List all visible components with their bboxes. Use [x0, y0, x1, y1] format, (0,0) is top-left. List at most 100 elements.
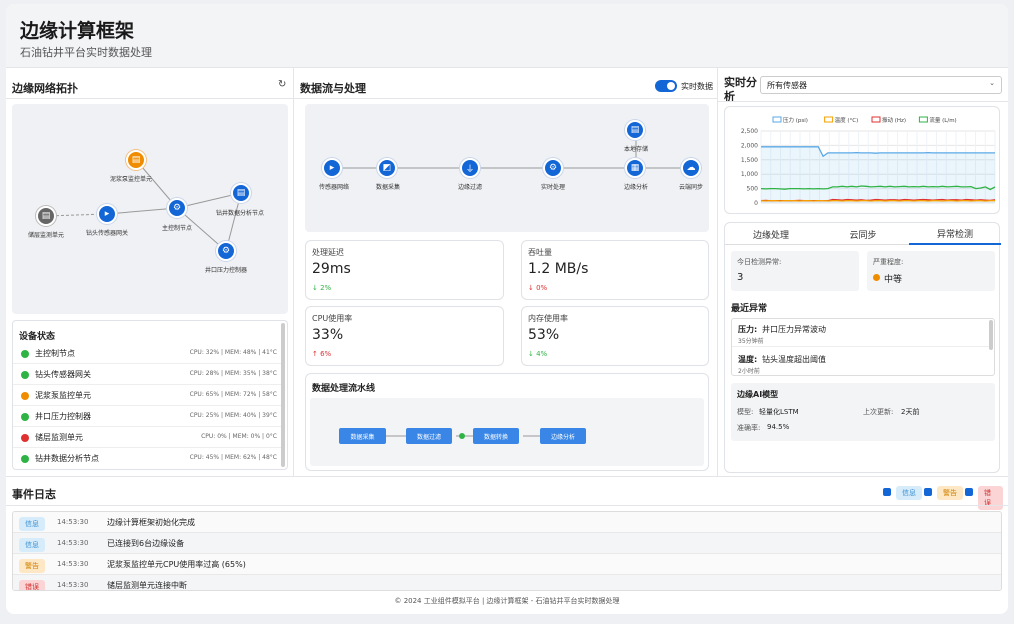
flow-node-filter[interactable]: ⏚: [460, 158, 480, 178]
flow-node-sensor[interactable]: ▸: [322, 158, 342, 178]
topology-title: 边缘网络拓扑: [12, 82, 78, 95]
severity-value: 中等: [884, 275, 903, 285]
device-name: 主控制节点: [35, 349, 75, 358]
metric-card-throughput: 吞吐量 1.2 MB/s ↓ 0%: [521, 240, 709, 300]
y-tick-label: 2,000: [741, 142, 758, 149]
anomaly-time: 2小时前: [738, 368, 760, 375]
device-list: 主控制节点 CPU: 32% | MEM: 48% | 41°C 钻头传感器网关…: [13, 343, 281, 469]
status-dot: [21, 455, 29, 463]
topology-label-mud-pump: 泥浆泵监控单元: [110, 176, 153, 183]
tab-anomaly-detection[interactable]: 异常检测: [909, 223, 1001, 245]
sensor-select[interactable]: 所有传感器 ⌄: [760, 76, 1002, 94]
status-dot: [21, 392, 29, 400]
today-anomaly-box: 今日检测异常: 3: [731, 251, 859, 291]
event-row: 信息 14:53:30 已连接到6台边缘设备: [13, 533, 1001, 554]
legend-label: 温度 (°C): [835, 116, 859, 124]
event-time: 14:53:30: [57, 581, 89, 589]
status-dot: [21, 413, 29, 421]
anomaly-item[interactable]: 温度: 钻头温度超出阈值 2小时前: [732, 349, 990, 375]
metric-value: 1.2 MB/s: [528, 261, 589, 277]
page-subtitle: 石油钻井平台实时数据处理: [20, 46, 152, 59]
anomaly-desc: 井口压力异常波动: [762, 325, 826, 334]
y-tick-label: 0: [754, 200, 758, 207]
topology-node-drill-sensor[interactable]: ▸: [97, 204, 117, 224]
metric-card-memory: 内存使用率 53% ↓ 4%: [521, 306, 709, 366]
refresh-icon[interactable]: ↻: [278, 79, 286, 90]
device-row[interactable]: 储层监测单元 CPU: 0% | MEM: 0% | 0°C: [13, 427, 281, 448]
tab-cloud-sync[interactable]: 云同步: [817, 223, 909, 245]
today-anomaly-label: 今日检测异常:: [737, 258, 782, 266]
pipeline-step-analysis[interactable]: 边缘分析: [540, 428, 586, 444]
event-time: 14:53:30: [57, 518, 89, 526]
app-window: 边缘计算框架 石油钻井平台实时数据处理 边缘网络拓扑 ↻ ▤ 泥浆泵监控单元 ▤…: [6, 4, 1008, 614]
anomaly-list-scrollbar[interactable]: [989, 320, 993, 350]
flow-node-collect[interactable]: ◩: [377, 158, 397, 178]
event-level-badge: 错误: [19, 580, 45, 590]
legend-label: 压力 (psi): [783, 116, 808, 124]
event-message: 已连接到6台边缘设备: [107, 539, 185, 548]
device-row[interactable]: 钻井数据分析节点 CPU: 45% | MEM: 62% | 48°C: [13, 448, 281, 469]
realtime-toggle[interactable]: [655, 80, 677, 92]
metric-change: ↑ 6%: [312, 350, 332, 358]
anomaly-item[interactable]: 压力: 井口压力异常波动 35分钟前: [732, 319, 990, 347]
anomaly-list: 压力: 井口压力异常波动 35分钟前 温度: 钻头温度超出阈值 2小时前: [731, 318, 995, 376]
topology-node-reservoir[interactable]: ▤: [36, 206, 56, 226]
status-dot: [21, 371, 29, 379]
topology-node-wellhead[interactable]: ⚙: [216, 241, 236, 261]
recent-anomaly-title: 最近异常: [731, 304, 768, 314]
topology-node-mud-pump[interactable]: ▤: [126, 150, 146, 170]
device-metrics: CPU: 25% | MEM: 40% | 39°C: [189, 412, 277, 419]
tab-edge-processing[interactable]: 边缘处理: [725, 223, 817, 245]
pipeline-step-filter[interactable]: 数据过滤: [406, 428, 452, 444]
anomaly-type: 温度:: [738, 355, 758, 364]
device-list-scrollbar[interactable]: [281, 323, 285, 467]
topology-node-analysis[interactable]: ▤: [231, 183, 251, 203]
flow-node-cloud[interactable]: ☁: [681, 158, 701, 178]
topology-node-main-control[interactable]: ⚙: [167, 198, 187, 218]
filter-error-badge: 错误: [978, 486, 1003, 510]
metric-value: 53%: [528, 327, 560, 343]
device-row[interactable]: 钻头传感器网关 CPU: 28% | MEM: 35% | 38°C: [13, 364, 281, 385]
update-label: 上次更新:: [863, 408, 894, 416]
device-metrics: CPU: 28% | MEM: 35% | 38°C: [189, 370, 277, 377]
pipeline-card: 数据处理流水线 数据采集 数据过滤 数据转换 边缘分析: [305, 373, 709, 471]
event-row: 信息 14:53:30 边缘计算框架初始化完成: [13, 512, 1001, 533]
realtime-panel: 实时分 析 所有传感器 ⌄ 2,500 2,000 1,500 1,000 500 0 压力…: [718, 68, 1008, 476]
filter-error-checkbox[interactable]: [965, 488, 973, 496]
flow-node-storage[interactable]: ▤: [625, 120, 645, 140]
today-anomaly-value: 3: [737, 272, 744, 283]
flow-label-realtime: 实时处理: [541, 184, 566, 191]
metric-value: 29ms: [312, 261, 351, 277]
pipeline-step-transform[interactable]: 数据转换: [473, 428, 519, 444]
flow-label-storage: 本地存储: [624, 146, 649, 153]
filter-warning-checkbox[interactable]: [924, 488, 932, 496]
device-metrics: CPU: 0% | MEM: 0% | 0°C: [201, 433, 277, 440]
metric-label: 吞吐量: [528, 248, 552, 257]
filter-info-checkbox[interactable]: [883, 488, 891, 496]
model-value: 轻量化LSTM: [759, 408, 799, 416]
flow-node-realtime[interactable]: ⚙: [543, 158, 563, 178]
device-row[interactable]: 主控制节点 CPU: 32% | MEM: 48% | 41°C: [13, 343, 281, 364]
device-name: 泥浆泵监控单元: [35, 391, 91, 400]
device-name: 井口压力控制器: [35, 412, 91, 421]
event-row: 警告 14:53:30 泥浆泵监控单元CPU使用率过高 (65%): [13, 554, 1001, 575]
ai-model-box: 边缘AI模型 模型: 轻量化LSTM 上次更新: 2天前 准确率: 94.5%: [731, 383, 995, 441]
device-metrics: CPU: 65% | MEM: 72% | 58°C: [189, 391, 277, 398]
dataflow-links: [323, 134, 691, 169]
device-row[interactable]: 泥浆泵监控单元 CPU: 65% | MEM: 72% | 58°C: [13, 385, 281, 406]
page-title: 边缘计算框架: [20, 20, 135, 42]
flow-node-analysis[interactable]: ▦: [625, 158, 645, 178]
device-row[interactable]: 井口压力控制器 CPU: 25% | MEM: 40% | 39°C: [13, 406, 281, 427]
status-dot: [21, 434, 29, 442]
metric-card-latency: 处理延迟 29ms ↓ 2%: [305, 240, 504, 300]
topology-label-wellhead: 井口压力控制器: [205, 267, 248, 274]
event-level-badge: 信息: [19, 538, 45, 552]
flow-label-filter: 边缘过滤: [458, 184, 483, 191]
accuracy-value: 94.5%: [767, 423, 790, 431]
metric-value: 33%: [312, 327, 344, 343]
flow-label-analysis: 边缘分析: [624, 184, 649, 191]
metric-label: CPU使用率: [312, 314, 353, 323]
anomaly-time: 35分钟前: [738, 338, 764, 345]
topology-panel: 边缘网络拓扑 ↻ ▤ 泥浆泵监控单元 ▤ 钻井数据分析节点 ⚙ 主控制节点 ▤ …: [6, 68, 294, 476]
pipeline-step-collect[interactable]: 数据采集: [339, 428, 386, 444]
